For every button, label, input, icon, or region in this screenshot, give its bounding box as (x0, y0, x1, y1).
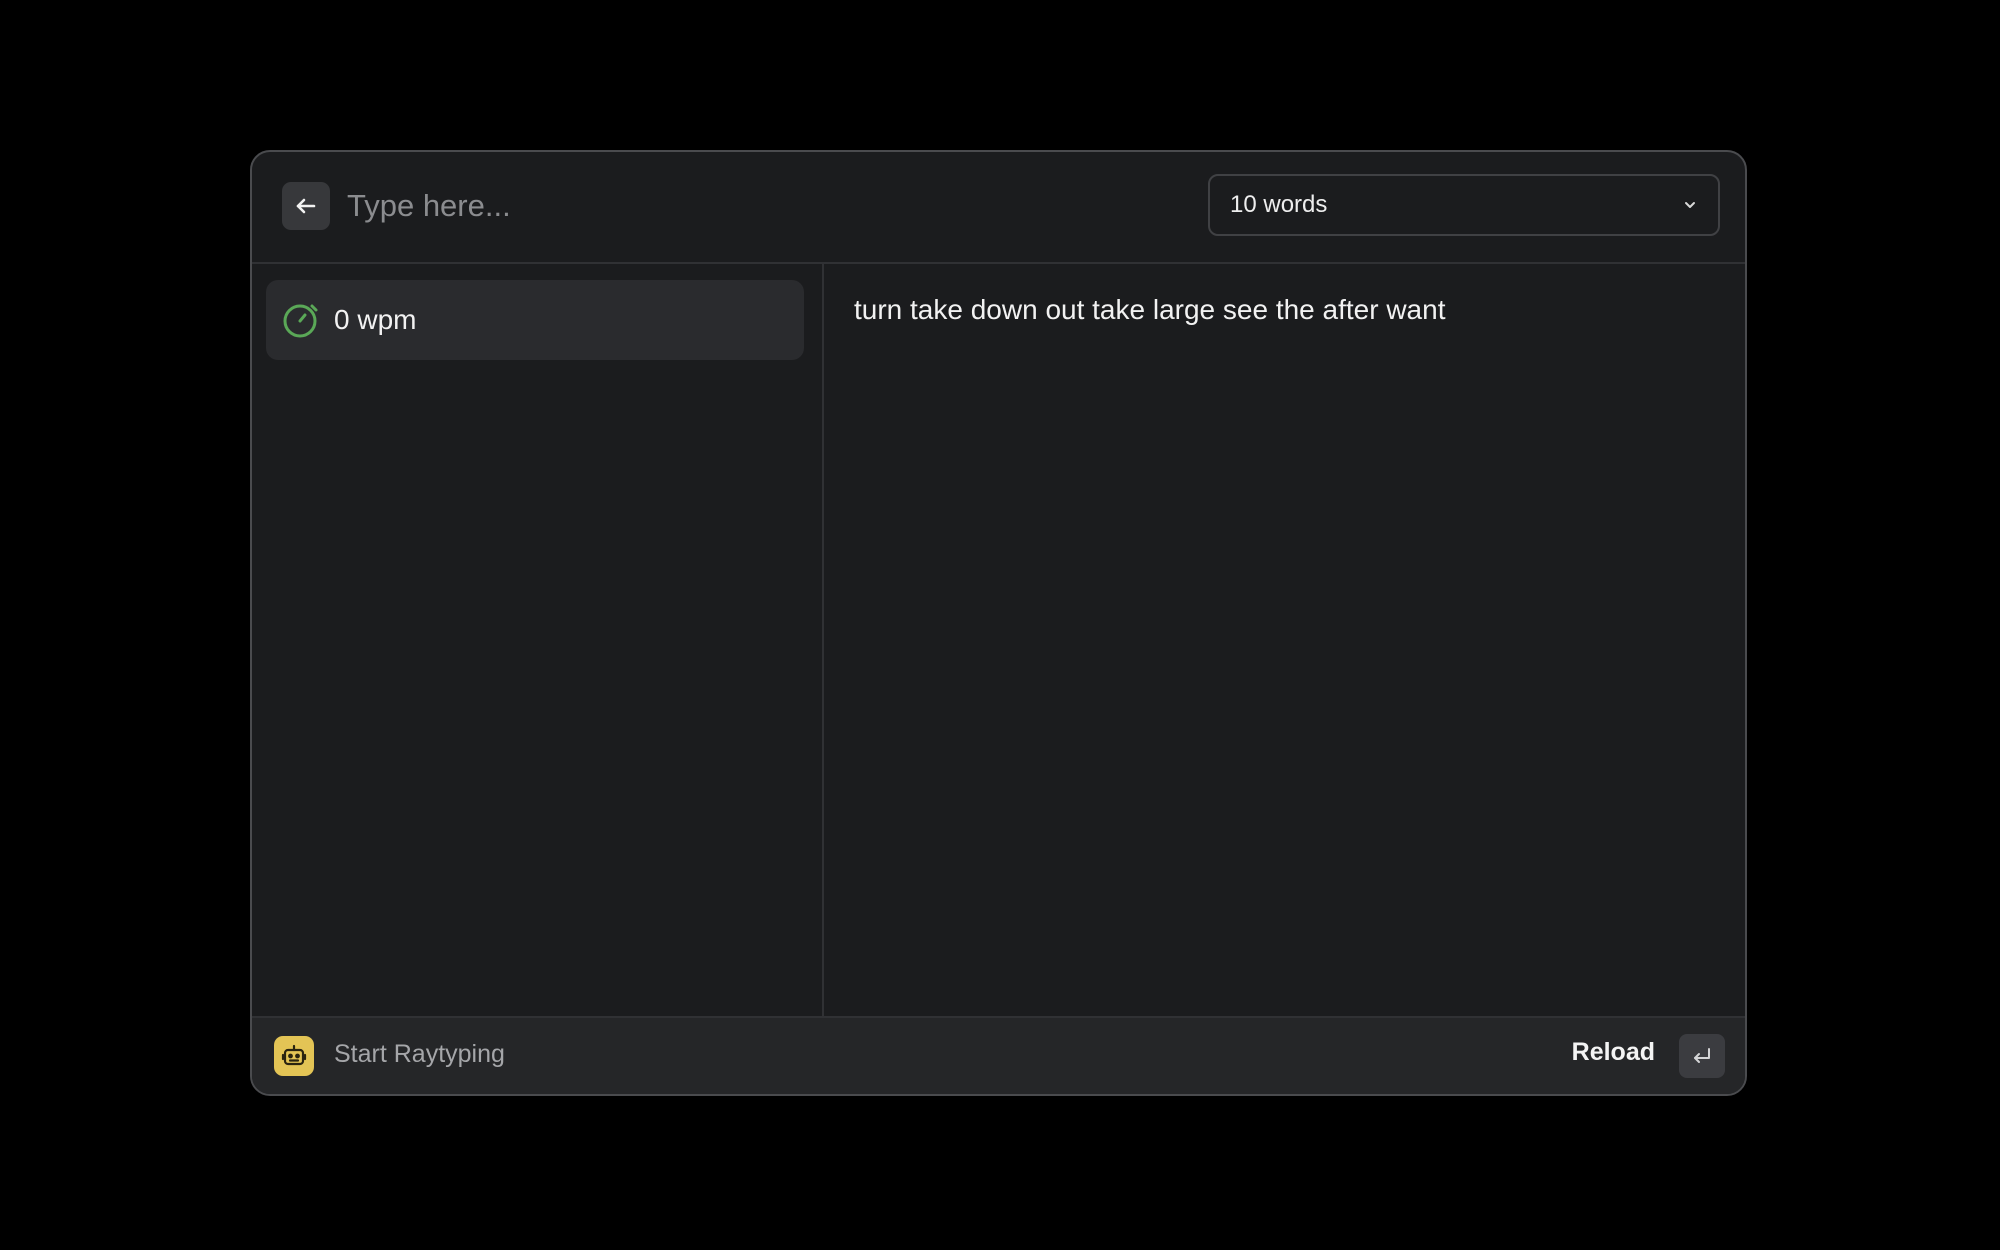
return-key-icon (1691, 1047, 1713, 1065)
target-words-text: turn take down out take large see the af… (854, 294, 1446, 325)
list-pane: 0 wpm (252, 264, 824, 1016)
search-input[interactable] (347, 180, 1107, 232)
extension-title: Start Raytyping (334, 1040, 505, 1068)
arrow-left-icon (294, 194, 318, 218)
robot-icon (274, 1036, 314, 1076)
action-bar: Start Raytyping Reload (252, 1016, 1745, 1094)
raycast-window: 10 words 0 wpm turn ta (250, 150, 1747, 1096)
search-bar: 10 words (252, 152, 1745, 264)
chevron-down-icon (1682, 197, 1698, 213)
main-content: 0 wpm turn take down out take large see … (252, 264, 1745, 1016)
dropdown-selected-value: 10 words (1230, 191, 1328, 218)
word-count-dropdown[interactable]: 10 words (1208, 174, 1720, 236)
enter-shortcut-button[interactable] (1679, 1034, 1725, 1078)
detail-pane: turn take down out take large see the af… (824, 264, 1745, 1016)
list-item-label: 0 wpm (334, 304, 417, 335)
stopwatch-icon (282, 301, 320, 339)
back-button[interactable] (282, 182, 330, 230)
reload-button[interactable]: Reload (1572, 1038, 1655, 1067)
list-item-wpm[interactable]: 0 wpm (266, 280, 804, 360)
